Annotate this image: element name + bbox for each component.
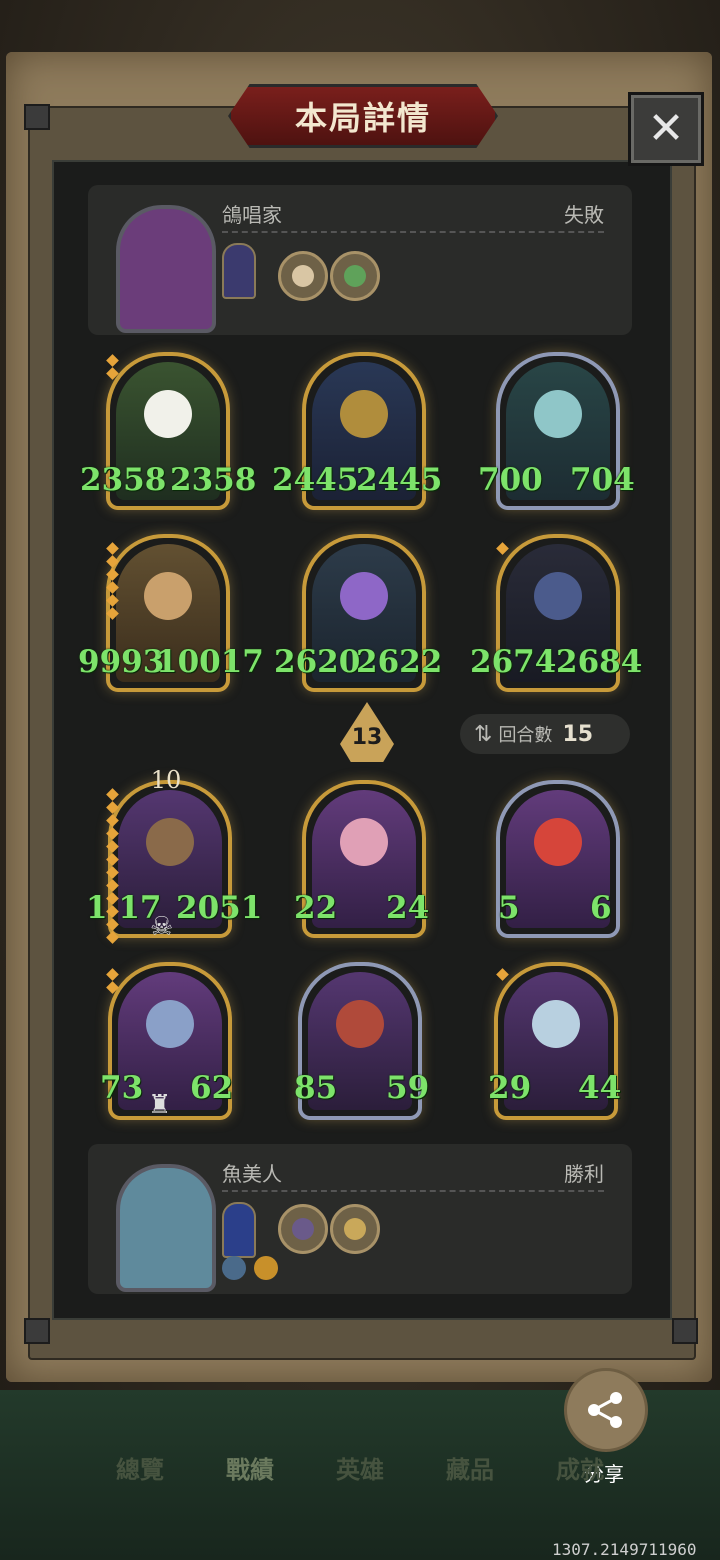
frame-corner — [672, 1318, 698, 1344]
turn-number: 13 — [351, 725, 383, 750]
health-value: 2622 — [356, 644, 443, 680]
player-avatar[interactable] — [116, 1164, 216, 1292]
share-icon — [588, 1392, 622, 1428]
swap-icon: ⇅ — [474, 721, 493, 747]
health-value: 704 — [570, 462, 635, 498]
player-box: 魚美人 勝利 — [88, 1144, 632, 1294]
rounds-counter: ⇅ 回合數 15 — [460, 714, 630, 754]
buff-icon[interactable] — [222, 1256, 246, 1280]
attack-value: 85 — [294, 1070, 338, 1106]
opponent-hero-icon[interactable] — [222, 243, 256, 299]
health-value: 24 — [386, 890, 430, 926]
attack-value: 2674 — [470, 644, 557, 680]
close-icon: ✕ — [647, 103, 685, 154]
attack-value: 2620 — [274, 644, 361, 680]
player-result: 勝利 — [564, 1162, 604, 1186]
star-rank — [496, 966, 509, 983]
tab-heroes[interactable]: 英雄 — [336, 1450, 384, 1485]
buff-icon[interactable] — [254, 1256, 278, 1280]
close-button[interactable]: ✕ — [628, 92, 704, 166]
attack-value: 1 17 — [86, 890, 162, 926]
health-value: 2051 — [176, 890, 263, 926]
relic-icon[interactable] — [278, 251, 328, 301]
frame-corner — [24, 104, 50, 130]
tab-records[interactable]: 戰績 — [226, 1450, 274, 1485]
divider — [222, 1190, 604, 1192]
health-value: 2445 — [356, 462, 443, 498]
divider — [222, 231, 604, 233]
relic-icon[interactable] — [278, 1204, 328, 1254]
attack-value: 700 — [478, 462, 543, 498]
relic-icon[interactable] — [330, 251, 380, 301]
tomb-icon: ♜ — [148, 1090, 172, 1120]
star-rank — [496, 540, 509, 557]
player-name: 魚美人 — [222, 1162, 282, 1186]
opponent-result: 失敗 — [564, 203, 604, 227]
attack-value: 22 — [294, 890, 338, 926]
health-value: 44 — [578, 1070, 622, 1106]
opponent-name: 鴿唱家 — [222, 203, 282, 227]
rounds-value: 15 — [562, 721, 594, 747]
attack-value: 73 — [100, 1070, 144, 1106]
health-value: 2684 — [556, 644, 643, 680]
tab-overview[interactable]: 總覽 — [116, 1450, 164, 1485]
tab-collection[interactable]: 藏品 — [446, 1450, 494, 1485]
health-value: 59 — [386, 1070, 430, 1106]
page-title: 本局詳情 — [294, 99, 431, 137]
star-rank — [106, 966, 119, 996]
share-button[interactable] — [564, 1368, 648, 1452]
health-value: 6 — [590, 890, 612, 926]
attack-value: 2358 — [80, 462, 167, 498]
level-badge: 10 — [150, 766, 182, 794]
relic-icon[interactable] — [330, 1204, 380, 1254]
attack-value: 5 — [498, 890, 520, 926]
star-rank — [106, 540, 119, 622]
star-rank — [106, 352, 119, 382]
coordinate-readout: 1307.2149711960 — [552, 1540, 697, 1559]
attack-value: 2445 — [272, 462, 359, 498]
frame-corner — [24, 1318, 50, 1344]
player-hero-icon[interactable] — [222, 1202, 256, 1258]
rounds-label: 回合數 — [498, 725, 553, 746]
opponent-box: 鴿唱家 失敗 — [88, 185, 632, 335]
attack-value: 9993 — [78, 644, 165, 680]
tab-achievements[interactable]: 成就 — [556, 1450, 604, 1485]
health-value: 2358 — [170, 462, 257, 498]
health-value: 62 — [190, 1070, 234, 1106]
opponent-avatar[interactable] — [116, 205, 216, 333]
health-value: 10017 — [156, 644, 264, 680]
title-banner: 本局詳情 — [228, 84, 498, 148]
attack-value: 29 — [488, 1070, 532, 1106]
